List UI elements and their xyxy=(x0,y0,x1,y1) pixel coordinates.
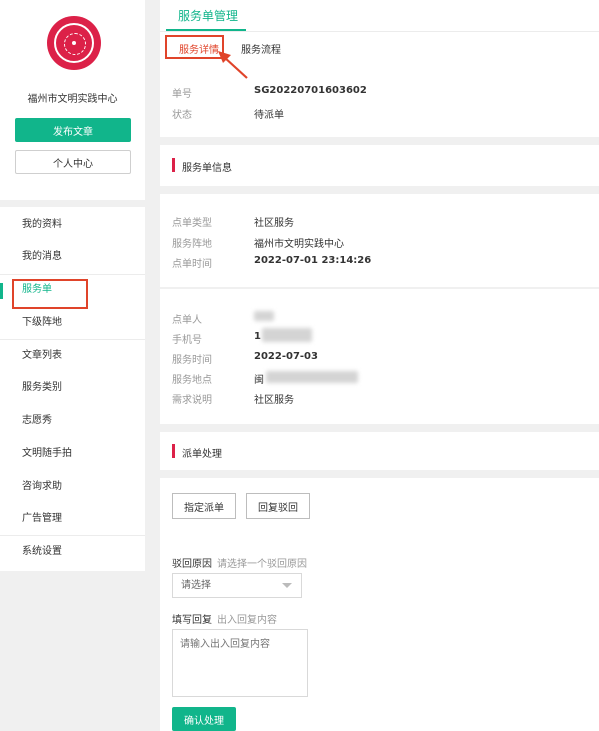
order-type-value: 社区服务 xyxy=(254,218,294,229)
redacted-phone xyxy=(262,328,312,342)
service-time-label: 服务时间 xyxy=(172,355,212,366)
page-title: 服务单管理 xyxy=(178,9,239,23)
reject-reason-select[interactable]: 请选择 xyxy=(172,573,302,598)
sidebar-item-volunteer-show[interactable]: 志愿秀 xyxy=(0,405,145,437)
sidebar-menu: 我的资料 我的消息 服务单 下级阵地 文章列表 服务类别 志愿秀 文明随手拍 咨… xyxy=(0,207,145,571)
requester-label: 点单人 xyxy=(172,315,202,326)
service-location-label: 服务地点 xyxy=(172,375,212,386)
caret-down-icon xyxy=(282,583,292,588)
title-divider xyxy=(160,31,599,32)
need-label: 需求说明 xyxy=(172,395,212,406)
section-title: 派单处理 xyxy=(182,449,222,460)
title-underline xyxy=(166,29,246,31)
order-info-card xyxy=(160,194,599,287)
confirm-process-button[interactable]: 确认处理 xyxy=(172,707,236,731)
annotation-arrow xyxy=(218,51,248,79)
service-position-value: 福州市文明实践中心 xyxy=(254,239,344,250)
org-name: 福州市文明实践中心 xyxy=(27,94,118,105)
reply-label: 填写回复 xyxy=(172,615,212,626)
status-value: 待派单 xyxy=(254,110,284,121)
dispatch-header: 派单处理 xyxy=(160,432,599,470)
sidebar-item-articles[interactable]: 文章列表 xyxy=(0,340,145,372)
publish-article-button[interactable]: 发布文章 xyxy=(15,118,131,142)
service-position-label: 服务阵地 xyxy=(172,239,212,250)
section-marker xyxy=(172,444,175,458)
reject-reason-hint: 请选择一个驳回原因 xyxy=(217,559,307,570)
reply-reject-button[interactable]: 回复驳回 xyxy=(246,493,310,519)
status-label: 状态 xyxy=(172,110,192,121)
order-no-label: 单号 xyxy=(172,89,192,100)
select-placeholder: 请选择 xyxy=(181,580,211,591)
requester-card xyxy=(160,289,599,424)
section-title: 服务单信息 xyxy=(182,163,232,174)
phone-value: 1 xyxy=(254,331,261,342)
service-location-value: 闽 xyxy=(254,375,264,386)
order-type-label: 点单类型 xyxy=(172,218,212,229)
order-time-value: 2022-07-01 23:14:26 xyxy=(254,255,372,266)
reply-hint: 出入回复内容 xyxy=(217,615,277,626)
order-info-header: 服务单信息 xyxy=(160,145,599,186)
sidebar-item-civic-snapshot[interactable]: 文明随手拍 xyxy=(0,438,145,470)
reject-reason-label: 驳回原因 xyxy=(172,559,212,570)
order-time-label: 点单时间 xyxy=(172,259,212,270)
sidebar-item-sub-positions[interactable]: 下级阵地 xyxy=(0,307,145,339)
sidebar-item-messages[interactable]: 我的消息 xyxy=(0,241,145,273)
assign-dispatch-button[interactable]: 指定派单 xyxy=(172,493,236,519)
sidebar-item-system-settings[interactable]: 系统设置 xyxy=(0,536,145,568)
org-logo xyxy=(47,16,101,70)
phone-label: 手机号 xyxy=(172,335,202,346)
sidebar-item-consult-help[interactable]: 咨询求助 xyxy=(0,471,145,503)
sidebar-item-ad-management[interactable]: 广告管理 xyxy=(0,503,145,535)
reply-textarea[interactable] xyxy=(172,629,308,697)
order-no-value: SG20220701603602 xyxy=(254,85,367,96)
need-value: 社区服务 xyxy=(254,395,294,406)
sidebar-item-service-categories[interactable]: 服务类别 xyxy=(0,372,145,404)
section-marker xyxy=(172,158,175,172)
sidebar-item-profile[interactable]: 我的资料 xyxy=(0,209,145,241)
highlight-box-menu xyxy=(12,279,88,309)
redacted-name xyxy=(254,311,274,321)
redacted-location xyxy=(266,371,358,383)
service-time-value: 2022-07-03 xyxy=(254,351,318,362)
personal-center-button[interactable]: 个人中心 xyxy=(15,150,131,174)
